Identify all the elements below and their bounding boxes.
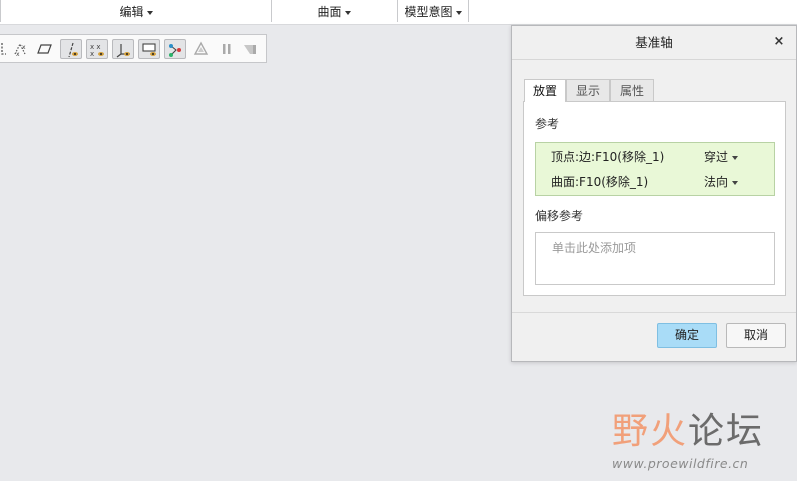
ribbon-separator — [468, 0, 469, 22]
ribbon-group-label: 曲面 — [317, 5, 342, 19]
ribbon-group-label: 编辑 — [119, 5, 144, 19]
svg-text:x: x — [16, 51, 20, 58]
watermark-logo: 野火论坛 — [612, 412, 764, 452]
point-display-icon[interactable]: x xx — [86, 39, 108, 59]
ribbon-bar: 编辑 曲面 模型意图 — [0, 0, 797, 25]
svg-text:x: x — [22, 44, 26, 51]
ribbon-group-label: 模型意图 — [404, 5, 453, 19]
plane-display-icon[interactable] — [138, 39, 160, 59]
list-item[interactable]: 顶点:边:F10(移除_1) 穿过 — [536, 145, 774, 169]
svg-text:x: x — [90, 50, 94, 58]
display-toolbar: xx x xx — [0, 34, 267, 63]
references-label: 参考 — [535, 117, 560, 131]
offset-references-collector[interactable]: 单击此处添加项 — [535, 232, 775, 285]
tab-properties[interactable]: 属性 — [610, 79, 654, 101]
reference-name: 曲面:F10(移除_1) — [551, 175, 649, 189]
dialog-title: 基准轴 — [512, 26, 796, 60]
close-icon[interactable]: × — [772, 35, 786, 49]
constraint-value: 法向 — [704, 175, 729, 189]
logo-text-part1: 野火 — [612, 411, 689, 452]
ribbon-group-edit[interactable]: 编辑 — [1, 0, 271, 24]
ok-button[interactable]: 确定 — [657, 323, 717, 348]
list-item[interactable]: 曲面:F10(移除_1) 法向 — [536, 170, 774, 194]
watermark-url: www.proewildfire.cn — [612, 456, 749, 471]
caret-down-icon — [344, 10, 351, 15]
spin-center-icon[interactable] — [190, 39, 212, 59]
csys-display-icon[interactable] — [112, 39, 134, 59]
resume-icon[interactable] — [240, 39, 262, 59]
pause-icon[interactable] — [216, 39, 238, 59]
tab-display[interactable]: 显示 — [566, 79, 610, 101]
placement-panel: 参考 顶点:边:F10(移除_1) 穿过 曲面:F10(移除_1) 法向 偏移参… — [523, 101, 786, 296]
datum-axis-dialog: 基准轴 × 放置 显示 属性 参考 顶点:边:F10(移除_1) 穿过 曲面:F… — [511, 25, 797, 362]
caret-down-icon — [732, 155, 739, 160]
plane-icon[interactable] — [34, 39, 56, 59]
references-list[interactable]: 顶点:边:F10(移除_1) 穿过 曲面:F10(移除_1) 法向 — [535, 142, 775, 196]
offset-references-label: 偏移参考 — [535, 209, 584, 223]
scatter-points-icon[interactable]: xx — [10, 39, 32, 59]
caret-down-icon — [455, 10, 462, 15]
constraint-value: 穿过 — [704, 150, 729, 164]
logo-text-part2: 论坛 — [688, 411, 765, 452]
axis-display-icon[interactable] — [60, 39, 82, 59]
ribbon-group-surface[interactable]: 曲面 — [272, 0, 396, 24]
cancel-button[interactable]: 取消 — [726, 323, 786, 348]
divider — [512, 312, 796, 313]
constraint-dropdown[interactable]: 穿过 — [704, 145, 739, 169]
caret-down-icon — [732, 180, 739, 185]
caret-down-icon — [146, 10, 153, 15]
reference-name: 顶点:边:F10(移除_1) — [551, 150, 665, 164]
offset-placeholder: 单击此处添加项 — [552, 241, 637, 255]
ribbon-group-model-intent[interactable]: 模型意图 — [398, 0, 468, 24]
tab-placement[interactable]: 放置 — [524, 79, 566, 102]
annotation-display-icon[interactable] — [164, 39, 186, 59]
constraint-dropdown[interactable]: 法向 — [704, 170, 739, 194]
